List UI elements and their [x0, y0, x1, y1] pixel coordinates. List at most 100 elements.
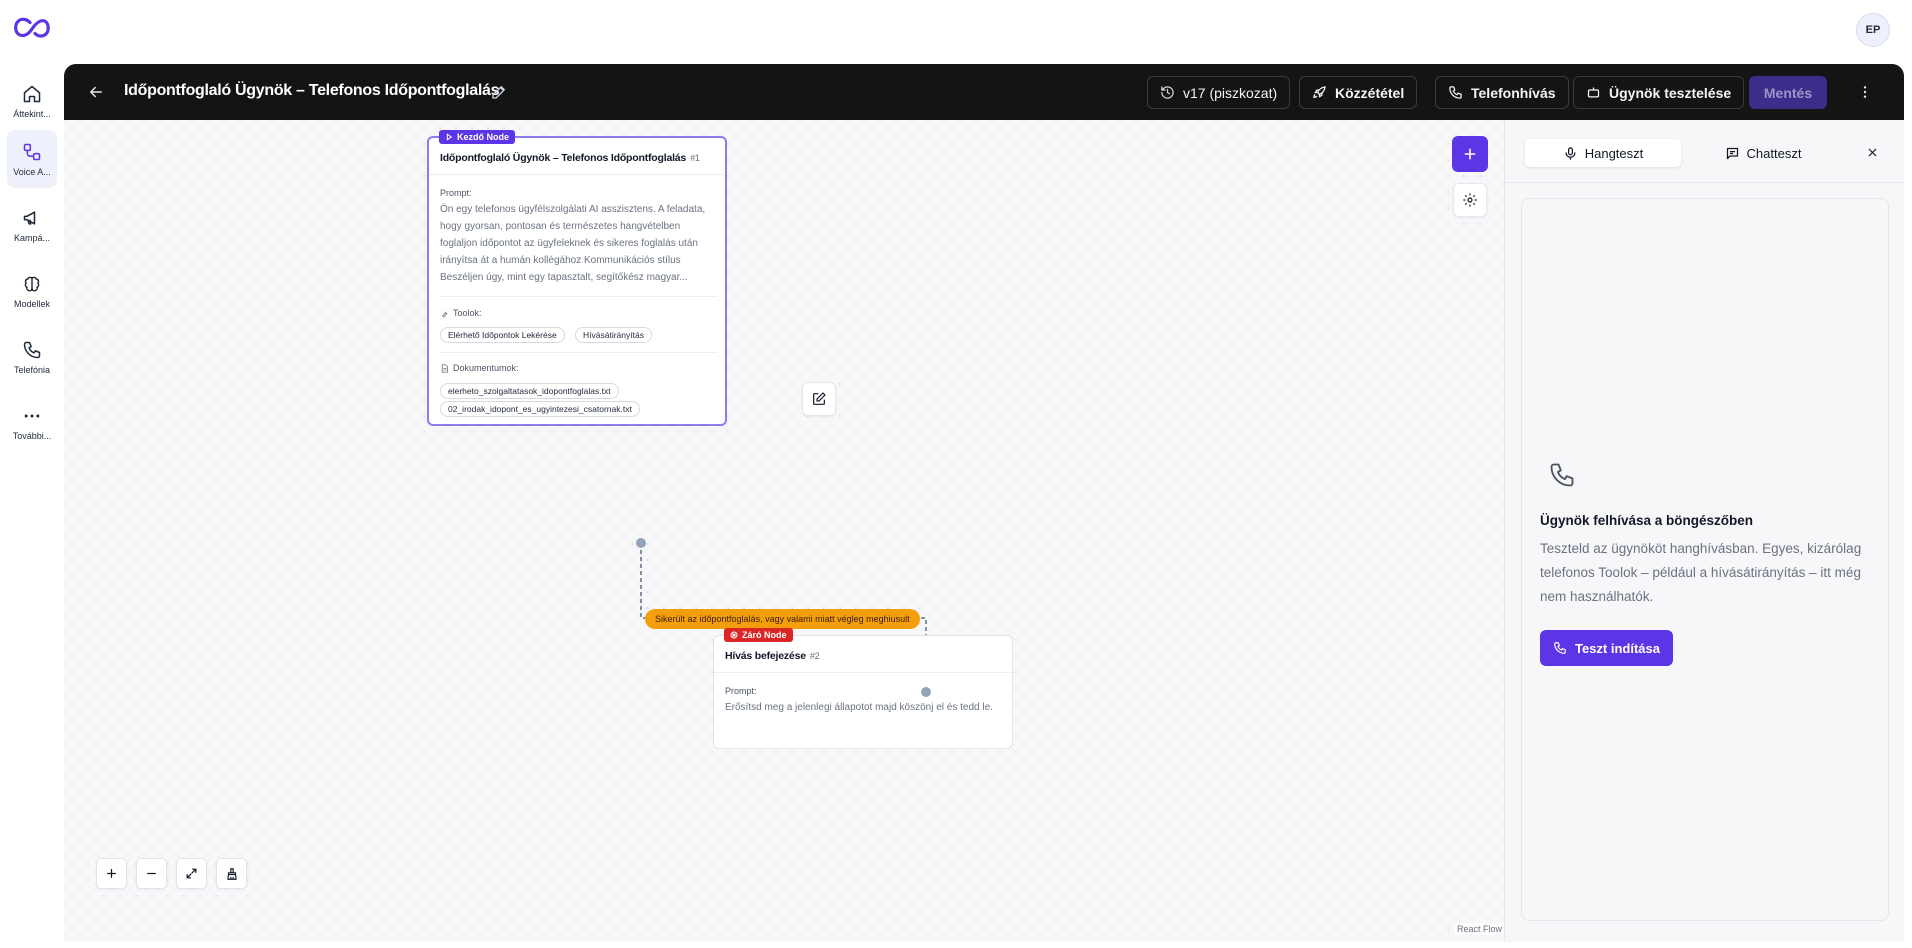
start-node-tag: Kezdő Node	[439, 130, 516, 144]
tool-chip: Elérhető Időpontok Lekérése	[440, 327, 565, 343]
phone-call-button[interactable]: Telefonhívás	[1435, 76, 1569, 109]
brain-icon	[24, 276, 40, 291]
user-avatar[interactable]: EP	[1856, 13, 1890, 47]
start-test-label: Teszt indítása	[1574, 640, 1660, 656]
bot-icon	[1587, 87, 1600, 98]
end-node-title: Hívás befejezése #2	[725, 650, 820, 662]
history-icon	[1161, 86, 1174, 99]
gear-icon	[1463, 193, 1477, 207]
start-node-number: #1	[690, 153, 700, 163]
sidebar-item-overview[interactable]: Áttekint...	[7, 72, 57, 130]
close-panel-button[interactable]	[1863, 143, 1881, 161]
divider	[440, 352, 718, 353]
zoom-in-button[interactable]	[96, 858, 127, 889]
close-icon	[1868, 148, 1876, 156]
wrench-icon	[442, 311, 448, 317]
broom-icon	[226, 867, 237, 880]
sidebar-item-voice-agents[interactable]: Voice A...	[7, 130, 57, 188]
end-node[interactable]: Záró Node Hívás befejezése #2 Prompt: Erő…	[713, 628, 1013, 749]
divider	[429, 174, 725, 175]
publish-button[interactable]: Közzététel	[1299, 76, 1418, 109]
publish-label: Közzététel	[1335, 84, 1405, 101]
divider	[440, 296, 718, 297]
back-button[interactable]	[84, 80, 108, 104]
flow-canvas[interactable]	[64, 120, 1504, 942]
tools-label: Toolok:	[440, 308, 482, 318]
chat-icon	[1726, 147, 1738, 159]
start-node-tag-label: Kezdő Node	[457, 132, 510, 142]
sidebar-item-more[interactable]: További...	[7, 394, 57, 452]
document-chip: elerheto_szolgaltatasok_idopontfoglalas.…	[440, 383, 619, 399]
megaphone-icon	[23, 210, 36, 225]
start-node-source-handle[interactable]	[636, 538, 646, 548]
tools-label-text: Toolok:	[453, 308, 482, 318]
home-icon	[23, 85, 41, 102]
prompt-label: Prompt:	[725, 686, 757, 696]
sidebar-item-label: Kampá...	[13, 232, 51, 243]
end-node-tag-label: Záró Node	[742, 630, 787, 640]
zoom-out-button[interactable]	[136, 858, 167, 889]
end-node-tag: Záró Node	[724, 628, 793, 642]
tab-chat-test[interactable]: Chatteszt	[1685, 139, 1841, 167]
add-node-button[interactable]	[1452, 136, 1488, 172]
microphone-icon	[1565, 146, 1576, 160]
pencil-icon[interactable]	[490, 83, 508, 101]
phone-icon	[1550, 463, 1574, 487]
more-options-button[interactable]	[1855, 82, 1875, 102]
test-panel: Hangteszt Chatteszt	[1504, 120, 1904, 942]
edge-condition-label[interactable]: Sikerült az időpontfoglalás, vagy valami…	[645, 609, 920, 629]
page-title: Időpontfoglaló Ügynök – Telefonos Időpon…	[124, 82, 500, 99]
document-icon	[441, 363, 448, 373]
end-node-number: #2	[809, 651, 820, 661]
workflow-icon	[23, 143, 41, 160]
fit-view-button[interactable]	[176, 858, 207, 889]
prompt-label: Prompt:	[440, 188, 472, 198]
document-chip: 02_irodak_idopont_es_ugyintezesi_csatorn…	[440, 401, 640, 417]
sidebar-item-label: Telefónia	[13, 364, 51, 375]
start-node[interactable]: Kezdő Node Időpontfoglaló Ügynök – Telef…	[427, 130, 727, 426]
tab-chat-test-label: Chatteszt	[1746, 145, 1802, 161]
phone-icon	[23, 341, 41, 358]
divider	[714, 672, 1012, 673]
tab-voice-test[interactable]: Hangteszt	[1525, 139, 1681, 167]
phone-icon	[1554, 642, 1566, 654]
end-node-title-text: Hívás befejezése	[725, 650, 806, 662]
infinity-logo-icon[interactable]	[12, 14, 52, 42]
tool-chip: Hívásátirányítás	[575, 327, 652, 343]
edit-square-icon	[813, 392, 826, 405]
test-agent-button[interactable]: Ügynök tesztelése	[1573, 76, 1745, 109]
sidebar-item-label: További...	[12, 430, 52, 441]
phone-icon	[1449, 86, 1462, 99]
plus-icon	[107, 869, 116, 878]
plus-icon	[1464, 148, 1476, 160]
version-label: v17 (piszkozat)	[1183, 84, 1278, 101]
sidebar-item-telephony[interactable]: Telefónia	[7, 328, 57, 386]
more-icon	[24, 414, 40, 417]
play-icon	[446, 133, 453, 141]
sidebar-item-label: Áttekint...	[13, 108, 51, 119]
canvas-settings-button[interactable]	[1453, 183, 1487, 217]
voice-test-title: Ügynök felhívása a böngészőben	[1540, 513, 1754, 528]
start-node-prompt: Ön egy telefonos ügyfélszolgálati AI ass…	[440, 204, 706, 283]
rocket-icon	[1313, 86, 1326, 99]
voice-test-description: Teszteld az ügynököt hanghívásban. Egyes…	[1540, 541, 1862, 604]
start-node-title-text: Időpontfoglaló Ügynök – Telefonos Időpon…	[440, 152, 687, 164]
end-node-prompt: Erősítsd meg a jelenlegi állapotot majd …	[725, 702, 993, 713]
sidebar-item-models[interactable]: Modellek	[7, 262, 57, 320]
version-button[interactable]: v17 (piszkozat)	[1147, 76, 1291, 109]
minus-icon	[147, 872, 156, 875]
documents-label-text: Dokumentumok:	[453, 363, 519, 373]
expand-icon	[186, 868, 197, 879]
sidebar-item-label: Voice A...	[13, 166, 51, 177]
start-node-title: Időpontfoglaló Ügynök – Telefonos Időpon…	[440, 152, 700, 164]
end-node-target-handle[interactable]	[921, 687, 931, 697]
react-flow-attribution[interactable]: React Flow	[1454, 923, 1506, 935]
start-test-button[interactable]: Teszt indítása	[1540, 630, 1673, 666]
save-button[interactable]: Mentés	[1749, 76, 1827, 109]
auto-layout-button[interactable]	[216, 858, 247, 889]
edit-node-button[interactable]	[802, 382, 836, 416]
tab-voice-test-label: Hangteszt	[1584, 145, 1644, 161]
sidebar-item-campaigns[interactable]: Kampá...	[7, 196, 57, 254]
stop-circle-icon	[730, 631, 738, 639]
phone-call-label: Telefonhívás	[1471, 84, 1556, 101]
